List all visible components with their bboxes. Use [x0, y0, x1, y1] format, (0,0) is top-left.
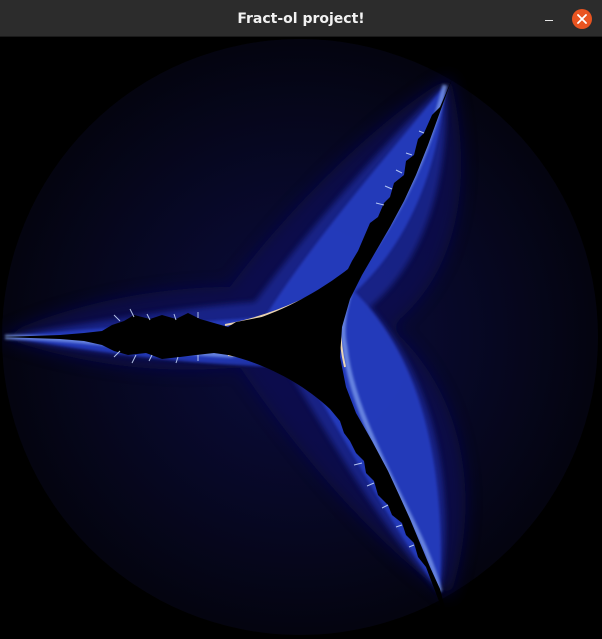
- fractal-render: [0, 39, 598, 635]
- title-bar[interactable]: Fract-ol project!: [0, 0, 602, 37]
- window-title: Fract-ol project!: [237, 11, 365, 27]
- fractol-window: Fract-ol project!: [0, 0, 602, 639]
- close-icon: [577, 14, 587, 24]
- fractal-canvas[interactable]: [0, 37, 602, 639]
- minimize-icon[interactable]: [538, 8, 560, 30]
- close-button[interactable]: [572, 9, 592, 29]
